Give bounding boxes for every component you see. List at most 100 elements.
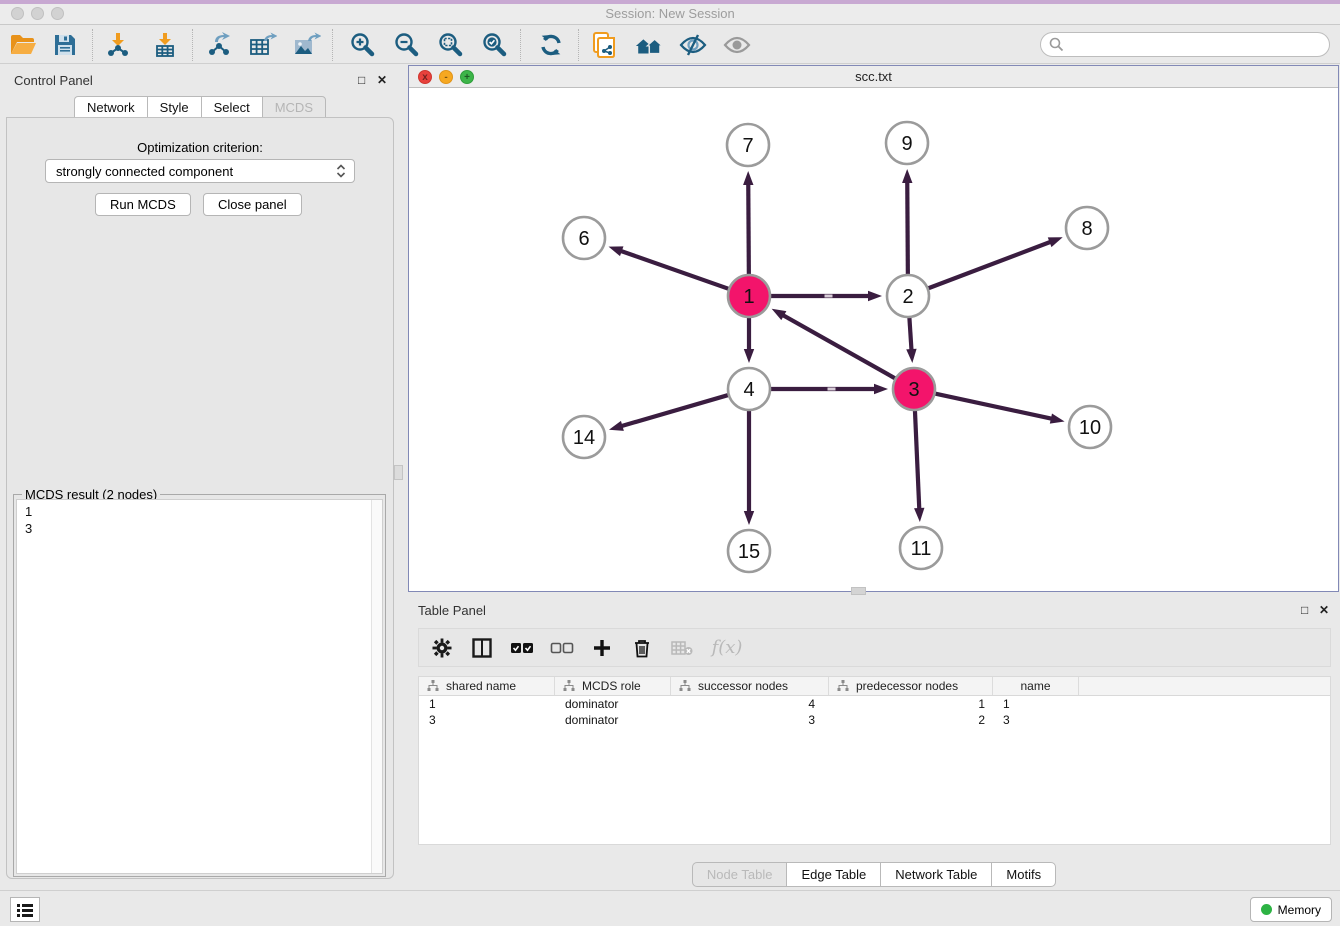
tab-select[interactable]: Select: [201, 96, 262, 119]
svg-text:8: 8: [1081, 218, 1092, 240]
select-all-columns-icon[interactable]: [509, 635, 535, 661]
cell-shared-name[interactable]: 3: [419, 712, 555, 728]
node-table-header: shared name MCDS role successor nodes pr…: [419, 677, 1330, 696]
search-field[interactable]: [1040, 32, 1330, 57]
toolbar-separator: [92, 29, 93, 61]
app-minimize-button[interactable]: [31, 7, 44, 20]
open-file-icon[interactable]: [8, 30, 38, 60]
svg-text:2: 2: [902, 286, 913, 308]
tab-style[interactable]: Style: [147, 96, 201, 119]
optimization-criterion-select[interactable]: strongly connected component: [45, 159, 355, 183]
zoom-selected-icon[interactable]: [480, 30, 510, 60]
svg-text:6: 6: [578, 228, 589, 250]
function-builder-icon: f(x): [709, 635, 745, 661]
export-table-icon[interactable]: [248, 30, 278, 60]
create-column-icon[interactable]: [589, 635, 615, 661]
hierarchy-icon: [679, 680, 691, 692]
cell-successor-nodes[interactable]: 4: [671, 696, 829, 712]
table-row[interactable]: 1 dominator 4 1 1: [419, 696, 1330, 712]
svg-text:10: 10: [1079, 417, 1101, 439]
cell-name[interactable]: 3: [993, 712, 1079, 728]
save-icon[interactable]: [50, 30, 80, 60]
clone-network-icon[interactable]: [590, 30, 620, 60]
table-row[interactable]: 3 dominator 3 2 3: [419, 712, 1330, 728]
task-history-button[interactable]: [10, 897, 40, 922]
column-header-successor-nodes[interactable]: successor nodes: [671, 677, 829, 695]
cell-mcds-role[interactable]: dominator: [555, 712, 671, 728]
column-header-predecessor-nodes[interactable]: predecessor nodes: [829, 677, 993, 695]
column-label: shared name: [446, 679, 516, 693]
close-table-panel-icon[interactable]: ✕: [1319, 603, 1329, 617]
toolbar-separator: [578, 29, 579, 61]
table-settings-icon[interactable]: [429, 635, 455, 661]
memory-button[interactable]: Memory: [1250, 897, 1332, 922]
control-panel-title: Control Panel: [14, 73, 93, 88]
table-toolbar: f(x): [418, 628, 1331, 667]
column-header-shared-name[interactable]: shared name: [419, 677, 555, 695]
cell-predecessor-nodes[interactable]: 2: [829, 712, 993, 728]
mcds-panel: Optimization criterion: strongly connect…: [6, 117, 394, 879]
zoom-out-icon[interactable]: [392, 30, 422, 60]
cell-predecessor-nodes[interactable]: 1: [829, 696, 993, 712]
first-neighbors-icon[interactable]: [634, 30, 664, 60]
delete-column-icon[interactable]: [629, 635, 655, 661]
node-table: shared name MCDS role successor nodes pr…: [418, 676, 1331, 845]
import-network-icon[interactable]: [103, 30, 133, 60]
column-header-name[interactable]: name: [993, 677, 1079, 695]
horizontal-splitter-handle[interactable]: [851, 587, 866, 595]
mcds-result-text[interactable]: 1 3: [16, 499, 383, 874]
zoom-in-icon[interactable]: [348, 30, 378, 60]
float-table-panel-icon[interactable]: □: [1301, 603, 1308, 617]
network-window-titlebar[interactable]: x - + scc.txt: [409, 66, 1338, 88]
network-minimize-icon[interactable]: -: [439, 70, 453, 84]
table-panel-header: Table Panel □ ✕: [408, 597, 1340, 623]
svg-text:15: 15: [738, 541, 760, 563]
memory-label: Memory: [1278, 903, 1321, 917]
network-close-icon[interactable]: x: [418, 70, 432, 84]
run-mcds-button[interactable]: Run MCDS: [95, 193, 191, 216]
import-table-icon[interactable]: [150, 30, 180, 60]
network-graph[interactable]: 1234678910111415: [409, 88, 1338, 591]
svg-text:11: 11: [911, 538, 932, 560]
toolbar-separator: [520, 29, 521, 61]
cell-mcds-role[interactable]: dominator: [555, 696, 671, 712]
list-icon: [16, 902, 34, 918]
close-panel-button[interactable]: Close panel: [203, 193, 302, 216]
tab-edge-table[interactable]: Edge Table: [786, 862, 880, 887]
zoom-fit-icon[interactable]: [436, 30, 466, 60]
network-view-window: x - + scc.txt 1234678910111415: [408, 65, 1339, 592]
tab-mcds[interactable]: MCDS: [262, 96, 326, 119]
tab-node-table[interactable]: Node Table: [692, 862, 787, 887]
column-header-mcds-role[interactable]: MCDS role: [555, 677, 671, 695]
tab-network[interactable]: Network: [74, 96, 147, 119]
network-maximize-icon[interactable]: +: [460, 70, 474, 84]
app-close-button[interactable]: [11, 7, 24, 20]
tab-motifs[interactable]: Motifs: [991, 862, 1056, 887]
optimization-criterion-value: strongly connected component: [56, 164, 233, 179]
export-image-icon[interactable]: [292, 30, 322, 60]
svg-text:9: 9: [901, 133, 912, 155]
search-input[interactable]: [1064, 37, 1329, 52]
show-panels-icon[interactable]: [722, 30, 752, 60]
network-canvas[interactable]: 1234678910111415: [409, 88, 1338, 591]
app-zoom-button[interactable]: [51, 7, 64, 20]
column-label: successor nodes: [698, 679, 788, 693]
unselect-all-columns-icon[interactable]: [549, 635, 575, 661]
control-panel-header: Control Panel □ ✕: [0, 64, 400, 96]
tab-network-table[interactable]: Network Table: [880, 862, 991, 887]
column-label: name: [1020, 679, 1050, 693]
toolbar-separator: [332, 29, 333, 61]
cell-name[interactable]: 1: [993, 696, 1079, 712]
cell-shared-name[interactable]: 1: [419, 696, 555, 712]
close-panel-icon[interactable]: ✕: [377, 73, 387, 87]
column-label: predecessor nodes: [856, 679, 958, 693]
float-panel-icon[interactable]: □: [358, 73, 365, 87]
svg-text:4: 4: [743, 379, 754, 401]
cell-successor-nodes[interactable]: 3: [671, 712, 829, 728]
export-network-icon[interactable]: [204, 30, 234, 60]
refresh-icon[interactable]: [536, 30, 566, 60]
show-columns-icon[interactable]: [469, 635, 495, 661]
hide-panels-icon[interactable]: [678, 30, 708, 60]
result-scrollbar[interactable]: [371, 500, 382, 873]
vertical-splitter-handle[interactable]: [394, 465, 403, 480]
